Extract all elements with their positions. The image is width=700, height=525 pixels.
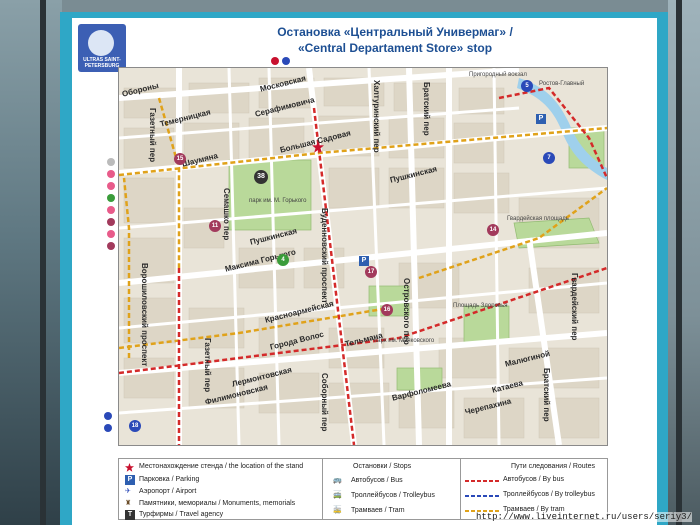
title-ru: Остановка «Центральный Универмаг» / bbox=[277, 25, 513, 39]
street-label: Гвардейский пер bbox=[570, 273, 579, 341]
legend-tram: Трамваев / Tram bbox=[351, 507, 405, 514]
stand-location-icon bbox=[312, 141, 324, 153]
side-marker-icon bbox=[104, 424, 112, 432]
travel-marker[interactable]: 14 bbox=[487, 224, 499, 236]
stop-marker-icon bbox=[282, 57, 290, 65]
place-label: Площадь Здоровья bbox=[453, 303, 508, 309]
watermark-url: http://www.liveinternet.ru/users/seriy3/ bbox=[475, 512, 692, 522]
street-label: Братский пер bbox=[422, 82, 431, 136]
monument-icon: ♜ bbox=[125, 500, 132, 507]
airplane-icon: ✈ bbox=[125, 488, 131, 495]
legend-trolleybus: Троллейбусов / Trolleybus bbox=[351, 492, 435, 499]
place-label: парк им. Маяковского bbox=[374, 338, 435, 344]
stop-marker[interactable]: 7 bbox=[543, 152, 555, 164]
airport-marker[interactable]: 18 bbox=[129, 420, 141, 432]
side-marker-icon bbox=[107, 170, 115, 178]
legend-airport: Аэропорт / Airport bbox=[139, 488, 197, 495]
stop-marker-icon bbox=[271, 57, 279, 65]
legend-travel: Турфирмы / Travel agency bbox=[139, 511, 224, 518]
side-marker-icon bbox=[107, 218, 115, 226]
place-label: парк им. М. Горького bbox=[249, 198, 307, 204]
side-marker-icon bbox=[107, 158, 115, 166]
legend-bus: Автобусов / Bus bbox=[351, 477, 403, 484]
street-label: Братский пер bbox=[542, 368, 551, 422]
trolleybus-icon: 🚎 bbox=[333, 492, 342, 499]
travel-marker[interactable]: 15 bbox=[174, 153, 186, 165]
side-marker-icon bbox=[107, 242, 115, 250]
logo: ULTRAS SAINT-PETERSBURG bbox=[78, 24, 126, 72]
tram-icon: 🚋 bbox=[333, 507, 342, 514]
star-icon bbox=[125, 463, 134, 472]
side-marker-icon bbox=[107, 182, 115, 190]
travel-marker[interactable]: 17 bbox=[365, 266, 377, 278]
monument-marker[interactable]: 38 bbox=[254, 170, 268, 184]
street-label: Халтуринский пер bbox=[372, 80, 381, 153]
legend-parking: Парковка / Parking bbox=[139, 476, 200, 483]
street-label: Буденновский проспект bbox=[320, 208, 329, 304]
legend-routes: Пути следования / Routes Автобусов / By … bbox=[460, 459, 608, 519]
side-marker-icon bbox=[107, 206, 115, 214]
travel-marker[interactable]: 16 bbox=[381, 304, 393, 316]
street-label: Семашко пер bbox=[222, 188, 231, 241]
map-legend: Местонахождение стенда / the location of… bbox=[118, 458, 608, 520]
place-label: Ростов-Главный bbox=[539, 81, 585, 87]
background-left bbox=[0, 0, 62, 525]
travel-marker[interactable]: 11 bbox=[209, 220, 221, 232]
parking-icon: P bbox=[359, 256, 369, 266]
moon-emblem-icon bbox=[88, 30, 114, 56]
side-marker-icon bbox=[107, 230, 115, 238]
street-label: Ворошиловский проспект bbox=[140, 263, 149, 367]
background-right bbox=[668, 0, 700, 525]
bus-route-line-icon bbox=[465, 480, 499, 482]
title-en: «Central Departament Store» stop bbox=[297, 41, 493, 55]
legend-route-bus: Автобусов / By bus bbox=[503, 476, 564, 483]
side-marker-icon bbox=[107, 194, 115, 202]
legend-monuments: Памятники, мемориалы / Monuments, memori… bbox=[139, 500, 296, 507]
shelter-pole-right bbox=[676, 0, 682, 525]
place-label: Гвардейская площадь bbox=[507, 216, 569, 222]
street-label: Газетный пер bbox=[203, 338, 212, 393]
legend-symbols: Местонахождение стенда / the location of… bbox=[119, 459, 319, 520]
trolleybus-route-line-icon bbox=[465, 495, 499, 497]
street-label: Островского пер bbox=[402, 278, 411, 345]
legend-stand: Местонахождение стенда / the location of… bbox=[139, 463, 304, 470]
legend-routes-title: Пути следования / Routes bbox=[511, 463, 596, 470]
travel-marker[interactable]: 4 bbox=[277, 254, 289, 266]
street-label: Соборный пер bbox=[320, 373, 329, 432]
travel-agency-icon: T bbox=[125, 510, 135, 520]
place-label: Пригородный вокзал bbox=[469, 72, 527, 78]
city-map[interactable]: Обороны Московская Темерницкая Серафимов… bbox=[118, 67, 608, 446]
legend-stops-title: Остановки / Stops bbox=[353, 463, 412, 470]
bus-icon: 🚌 bbox=[333, 477, 342, 484]
shelter-pole-left bbox=[40, 0, 46, 525]
legend-stops: Остановки / Stops 🚌 Автобусов / Bus 🚎 Тр… bbox=[322, 459, 458, 519]
parking-icon: P bbox=[536, 114, 546, 124]
stop-marker[interactable]: 5 bbox=[521, 80, 533, 92]
side-marker-icon bbox=[104, 412, 112, 420]
legend-route-trolleybus: Троллейбусов / By trolleybus bbox=[503, 491, 595, 498]
parking-icon: P bbox=[125, 475, 135, 485]
page-title: Остановка «Центральный Универмаг» / «Cen… bbox=[160, 24, 630, 56]
street-label: Газетный пер bbox=[148, 108, 157, 163]
